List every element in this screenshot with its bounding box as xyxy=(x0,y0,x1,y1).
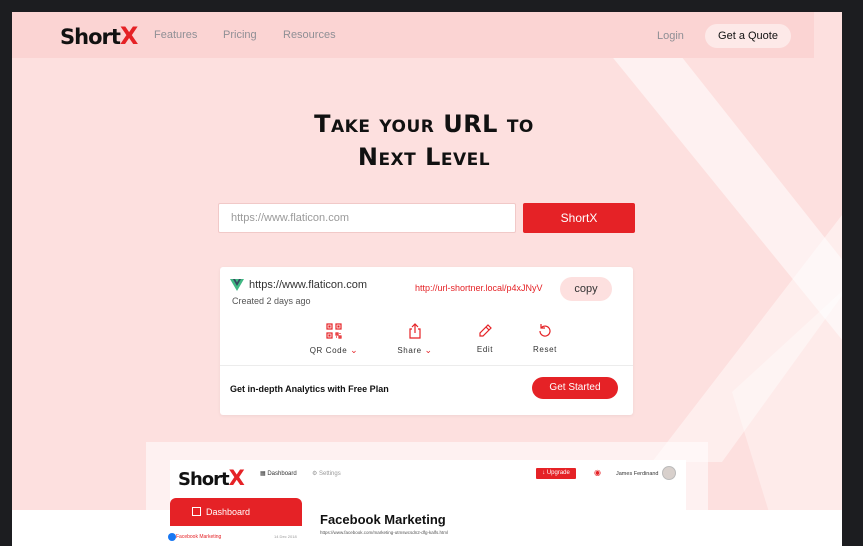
url-input[interactable] xyxy=(218,203,516,233)
page-frame: ShortX Features Pricing Resources Login … xyxy=(12,12,842,546)
chevron-down-icon: ⌄ xyxy=(424,345,433,355)
edit-icon xyxy=(479,324,492,337)
dashboard-preview: ShortX ▦ Dashboard ⚙ Settings ↓ Upgrade … xyxy=(168,460,686,546)
share-icon xyxy=(409,323,421,339)
preview-nav-settings: ⚙ Settings xyxy=(312,471,341,477)
result-card: https://www.flaticon.com Created 2 days … xyxy=(220,267,633,415)
facebook-icon xyxy=(168,533,176,541)
grid-icon xyxy=(192,507,201,516)
preview-logo: ShortX xyxy=(178,466,245,490)
hero-title: Take your URL to Next Level xyxy=(232,108,616,174)
preview-subtitle: https://www.facebook.com/marketing-utmsw… xyxy=(320,530,449,535)
chevron-down-icon: ⌄ xyxy=(350,345,359,355)
reset-icon xyxy=(539,324,551,337)
nav-link-pricing[interactable]: Pricing xyxy=(223,29,257,41)
created-date: Created 2 days ago xyxy=(232,296,311,306)
card-divider xyxy=(220,365,633,366)
login-link[interactable]: Login xyxy=(657,30,684,42)
reset-action[interactable]: Reset xyxy=(510,323,580,354)
shortx-submit-button[interactable]: ShortX xyxy=(523,203,635,233)
hero-title-line2: Next Level xyxy=(357,143,491,171)
nav-link-resources[interactable]: Resources xyxy=(283,29,336,41)
qr-code-icon xyxy=(326,323,342,339)
get-a-quote-button[interactable]: Get a Quote xyxy=(705,24,791,48)
qr-code-label: QR Code xyxy=(309,346,348,355)
preview-sidebar: Dashboard Facebook Marketing 14 Dec 2018 xyxy=(168,498,302,546)
hero-title-line1: Take your URL to xyxy=(314,110,534,138)
short-url-link[interactable]: http://url-shortner.local/p4xJNyV xyxy=(415,283,543,293)
qr-code-action[interactable]: QR Code ⌄ xyxy=(299,323,369,356)
preview-nav-dashboard: ▦ Dashboard xyxy=(260,471,297,477)
bell-icon: ◉ xyxy=(594,468,601,477)
shortx-logo[interactable]: ShortX xyxy=(60,22,138,50)
copy-button[interactable]: copy xyxy=(560,277,612,301)
nav-link-features[interactable]: Features xyxy=(154,29,197,41)
preview-upgrade-button: ↓ Upgrade xyxy=(536,468,576,479)
get-started-button[interactable]: Get Started xyxy=(532,377,618,399)
reset-label: Reset xyxy=(533,345,557,354)
avatar xyxy=(662,466,676,480)
preview-sidebar-dashboard: Dashboard xyxy=(170,498,302,526)
preview-user-name: James Ferdinand xyxy=(616,471,659,477)
original-url[interactable]: https://www.flaticon.com xyxy=(249,279,367,291)
share-action[interactable]: Share ⌄ xyxy=(380,323,450,356)
preview-title: Facebook Marketing xyxy=(320,512,446,527)
share-label: Share xyxy=(397,346,422,355)
top-nav: ShortX Features Pricing Resources Login … xyxy=(12,12,814,58)
analytics-promo-text: Get in-depth Analytics with Free Plan xyxy=(230,384,389,394)
preview-list-date: 14 Dec 2018 xyxy=(274,534,297,539)
preview-list-item: Facebook Marketing xyxy=(176,534,222,540)
vue-logo-icon xyxy=(230,279,244,291)
